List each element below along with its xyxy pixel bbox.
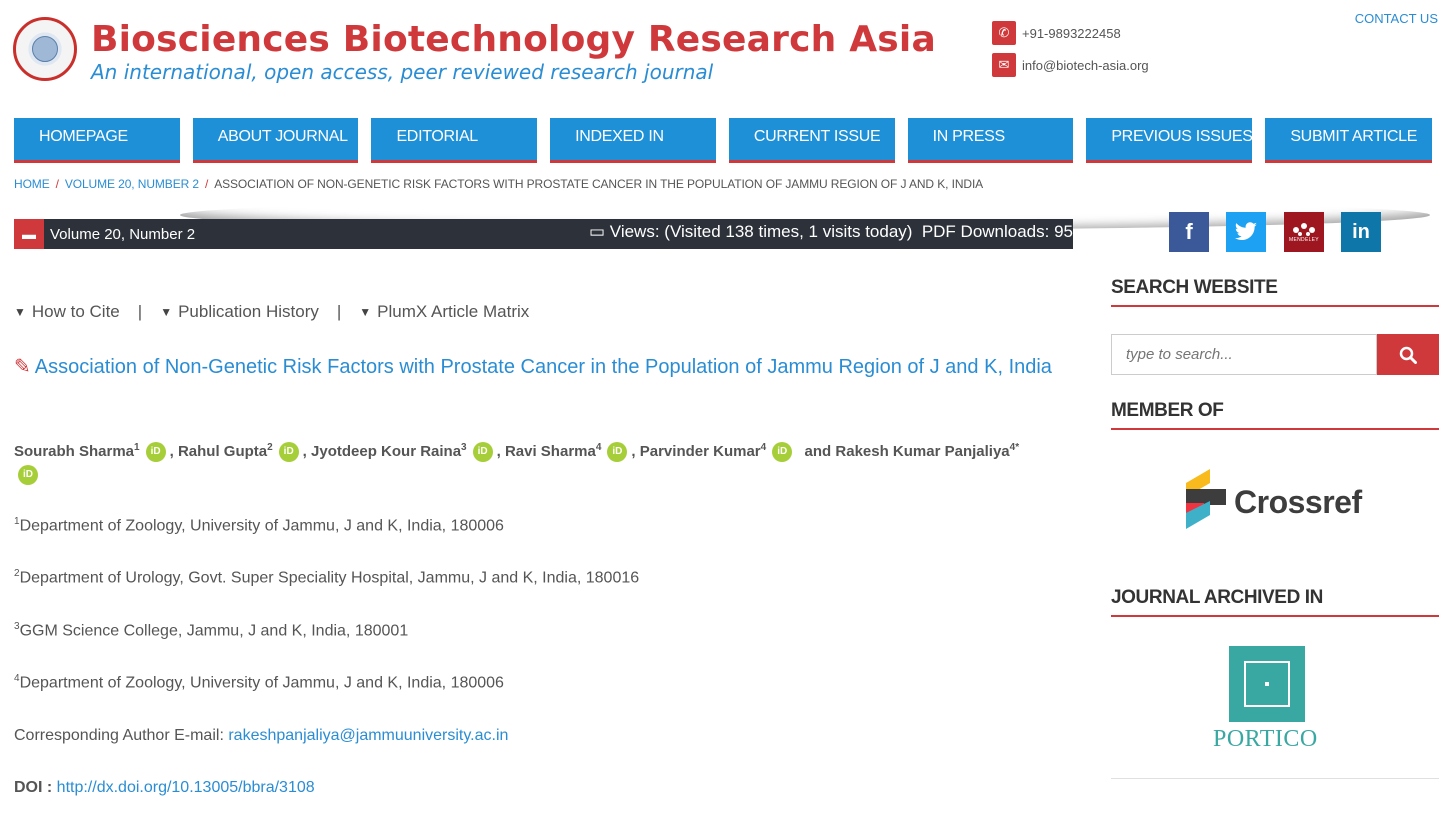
nav-previous-issues[interactable]: PREVIOUS ISSUES	[1086, 118, 1253, 163]
folder-open-icon: ▭	[589, 222, 610, 241]
author-name: Rahul Gupta	[177, 443, 268, 460]
crossref-logo[interactable]: Crossref	[1234, 484, 1362, 521]
site-title[interactable]: Biosciences Biotechnology Research Asia	[91, 19, 936, 60]
affiliation: 1Department of Zoology, University of Ja…	[14, 516, 504, 535]
orcid-icon[interactable]: iD	[472, 442, 493, 463]
nav-about-journal[interactable]: ABOUT JOURNAL	[192, 118, 359, 163]
article-title: ✎ Association of Non-Genetic Risk Factors…	[14, 352, 1079, 382]
nav-editorial[interactable]: EDITORIAL	[371, 118, 538, 163]
phone-number: +91-9893222458	[1022, 25, 1121, 41]
sidebar-divider	[1111, 778, 1439, 779]
author-name: Ravi Sharma	[504, 443, 596, 460]
nav-in-press[interactable]: IN PRESS	[907, 118, 1074, 163]
site-tagline: An international, open access, peer revi…	[91, 60, 714, 84]
search-button[interactable]	[1377, 334, 1439, 375]
corresponding-email-link[interactable]: rakeshpanjaliya@jammuuniversity.ac.in	[228, 727, 508, 744]
tab-publication-history[interactable]: Publication History	[178, 302, 319, 322]
affiliation: 3GGM Science College, Jammu, J and K, In…	[14, 621, 409, 640]
tab-plumx[interactable]: PlumX Article Matrix	[377, 302, 529, 322]
orcid-icon[interactable]: iD	[18, 465, 38, 486]
corresponding-label: Corresponding Author E-mail:	[14, 727, 224, 744]
journal-logo[interactable]	[13, 17, 77, 81]
email-contact[interactable]: ✉ info@biotech-asia.org	[992, 53, 1149, 77]
orcid-icon[interactable]: iD	[278, 442, 299, 463]
breadcrumb-current: ASSOCIATION OF NON-GENETIC RISK FACTORS …	[214, 177, 984, 191]
mendeley-icon[interactable]: MENDELEY	[1284, 212, 1324, 252]
mendeley-label: MENDELEY	[1289, 237, 1319, 243]
crossref-logo-mark[interactable]	[1186, 469, 1226, 529]
views-text: Views: (Visited 138 times, 1 visits toda…	[609, 222, 913, 241]
article-tabs: ▼ How to Cite | ▼ Publication History | …	[14, 302, 530, 322]
doi: DOI : http://dx.doi.org/10.13005/bbra/31…	[14, 779, 315, 797]
affiliation: 2Department of Urology, Govt. Super Spec…	[14, 568, 640, 587]
issue-info-bar: ▬ Volume 20, Number 2 ▭ Views: (Visited …	[14, 219, 1073, 249]
phone-contact: ✆ +91-9893222458	[992, 21, 1121, 45]
contact-us-link[interactable]: CONTACT US	[1355, 11, 1438, 26]
chevron-down-icon: ▼	[359, 305, 372, 319]
and-word: and	[804, 443, 832, 460]
author-name: Parvinder Kumar	[639, 443, 761, 460]
nav-indexed-in[interactable]: INDEXED IN	[550, 118, 716, 163]
breadcrumb-home[interactable]: HOME	[14, 177, 50, 191]
corresponding-author: Corresponding Author E-mail: rakeshpanja…	[14, 727, 508, 745]
views-count: ▭ Views: (Visited 138 times, 1 visits to…	[589, 222, 912, 242]
member-of-heading: MEMBER OF	[1111, 400, 1439, 430]
envelope-icon: ✉	[992, 53, 1016, 77]
author-list: Sourabh Sharma1 iD, Rahul Gupta2 iD, Jyotd…	[14, 436, 1079, 486]
breadcrumb: HOME / VOLUME 20, NUMBER 2/ASSOCIATION OF …	[14, 177, 984, 191]
chevron-down-icon: ▼	[160, 305, 173, 319]
phone-icon: ✆	[992, 21, 1016, 45]
breadcrumb-volume[interactable]: VOLUME 20, NUMBER 2	[65, 177, 199, 191]
search-icon	[1399, 346, 1417, 364]
orcid-icon[interactable]: iD	[607, 442, 628, 463]
search-website-heading: SEARCH WEBSITE	[1111, 277, 1439, 307]
nav-current-issue[interactable]: CURRENT ISSUE	[728, 118, 895, 163]
nav-submit-article[interactable]: SUBMIT ARTICLE	[1265, 118, 1433, 163]
doi-label: DOI :	[14, 779, 53, 796]
doi-link[interactable]: http://dx.doi.org/10.13005/bbra/3108	[57, 779, 315, 796]
main-nav: HOMEPAGE ABOUT JOURNAL EDITORIAL INDEXED…	[14, 118, 1433, 163]
author-name: Sourabh Sharma	[14, 443, 135, 460]
email-address[interactable]: info@biotech-asia.org	[1022, 58, 1149, 73]
search-input[interactable]	[1111, 334, 1377, 375]
author-name: Jyotdeep Kour Raina	[311, 443, 462, 460]
chevron-down-icon: ▼	[14, 305, 26, 319]
nav-homepage[interactable]: HOMEPAGE	[14, 118, 180, 163]
orcid-icon[interactable]: iD	[772, 442, 793, 463]
folder-icon: ▬	[14, 219, 44, 249]
portico-logo-mark[interactable]	[1229, 646, 1305, 722]
portico-logo[interactable]: PORTICO	[1213, 726, 1318, 753]
linkedin-icon[interactable]: in	[1341, 212, 1381, 252]
affiliation: 4Department of Zoology, University of Ja…	[14, 673, 504, 692]
facebook-icon[interactable]: f	[1169, 212, 1209, 252]
tab-how-to-cite[interactable]: How to Cite	[32, 302, 120, 322]
author-name: Rakesh Kumar Panjaliya	[835, 443, 1010, 460]
twitter-icon[interactable]	[1226, 212, 1266, 252]
article-title-text: Association of Non-Genetic Risk Factors …	[34, 356, 1052, 378]
orcid-icon[interactable]: iD	[145, 442, 166, 463]
journal-archived-heading: JOURNAL ARCHIVED IN	[1111, 587, 1439, 617]
issue-volume: Volume 20, Number 2	[50, 225, 196, 243]
pencil-icon: ✎	[14, 356, 31, 378]
pdf-downloads: PDF Downloads: 95	[921, 222, 1073, 241]
